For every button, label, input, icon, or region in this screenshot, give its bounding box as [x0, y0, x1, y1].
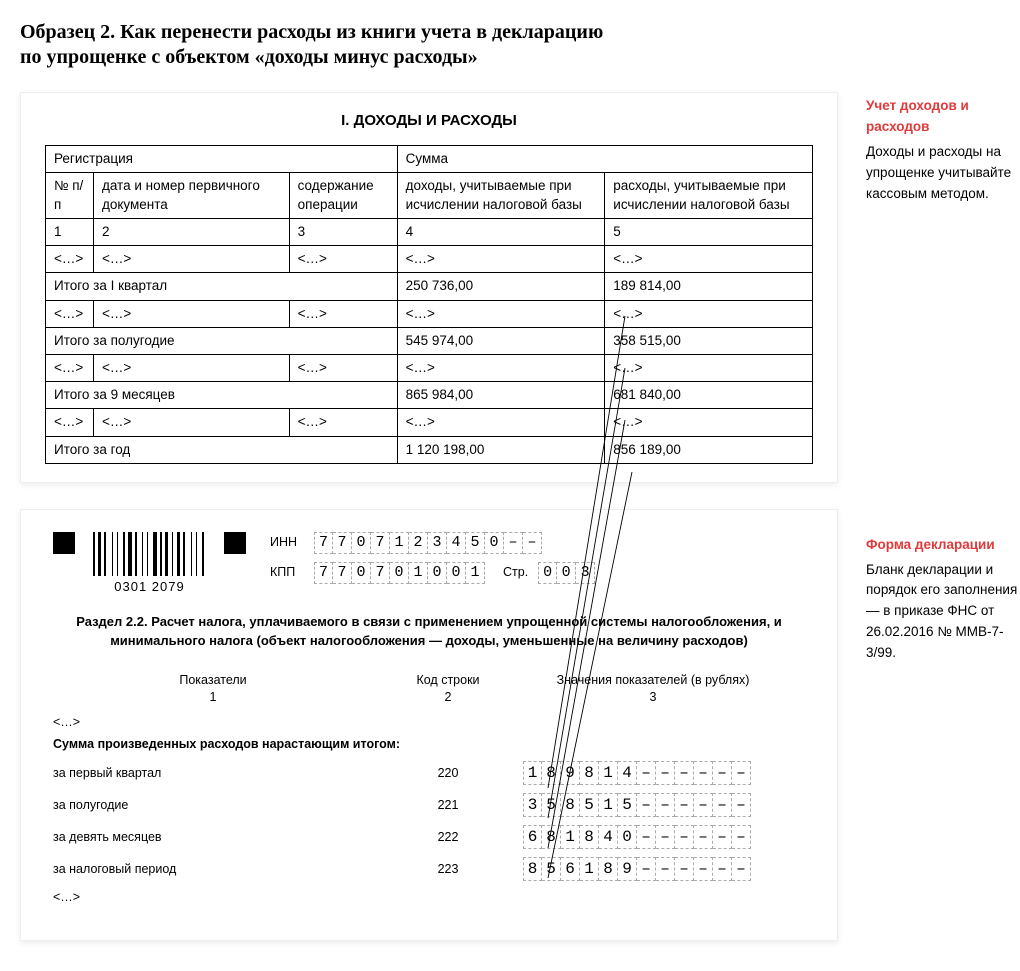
barcode: 0301 2079 [93, 532, 206, 596]
str-label: Стр. [503, 564, 528, 581]
col-head-pokaz: Показатели [53, 672, 373, 689]
decl-row-code: 222 [373, 829, 523, 846]
title-line-2: по упрощенке с объектом «доходы минус ра… [20, 46, 478, 68]
decl-row-3: за налоговый период223856189–––––– [53, 857, 805, 881]
decl-row-value: 681840–––––– [523, 825, 783, 849]
ledger-heading: I. ДОХОДЫ И РАСХОДЫ [45, 111, 813, 131]
decl-row-value: 856189–––––– [523, 857, 783, 881]
col-4: доходы, учитываемые при исчислении налог… [397, 173, 605, 218]
ledger-table: Регистрация Сумма № п/п дата и номер пер… [45, 145, 813, 464]
num-1: 1 [46, 218, 94, 245]
year-row: Итого за год 1 120 198,00 856 189,00 [46, 436, 813, 463]
col-3: содержание операции [289, 173, 397, 218]
decl-row-label: за полугодие [53, 797, 373, 814]
marker-square-right [224, 532, 246, 554]
title-line-1: Образец 2. Как перенести расходы из книг… [20, 21, 603, 43]
ellipsis: <…> [53, 889, 805, 906]
decl-row-code: 220 [373, 765, 523, 782]
decl-row-label: за девять месяцев [53, 829, 373, 846]
page-title: Образец 2. Как перенести расходы из книг… [20, 20, 1020, 70]
kpp-cells: 770701001 [314, 562, 485, 584]
col-head-val: Значения показателей (в рублях) [523, 672, 783, 689]
side1-head: Учет доходов и расходов [866, 96, 1020, 138]
m9-row: Итого за 9 месяцев 865 984,00 681 840,00 [46, 382, 813, 409]
side1-body: Доходы и расходы на упрощенке учитывайте… [866, 142, 1020, 205]
num-3: 3 [289, 218, 397, 245]
hdr-sum: Сумма [397, 146, 812, 173]
decl-row-1: за полугодие221358515–––––– [53, 793, 805, 817]
col-1: № п/п [46, 173, 94, 218]
section-title: Раздел 2.2. Расчет налога, уплачиваемого… [73, 613, 785, 649]
num-5: 5 [605, 218, 813, 245]
decl-row-value: 189814–––––– [523, 761, 783, 785]
decl-row-2: за девять месяцев222681840–––––– [53, 825, 805, 849]
ellipsis-row: <…><…><…><…><…> [46, 300, 813, 327]
col-2: дата и номер первичного документа [93, 173, 289, 218]
side2-head: Форма декларации [866, 535, 1020, 556]
declaration-panel: 0301 2079 ИНН 7707123450–– КПП 770701001… [20, 509, 838, 941]
hdr-reg: Регистрация [46, 146, 398, 173]
inn-label: ИНН [270, 534, 304, 551]
ellipsis-row: <…><…><…><…><…> [46, 246, 813, 273]
barcode-number: 0301 2079 [114, 578, 184, 596]
col-5: расходы, учитываемые при исчислении нало… [605, 173, 813, 218]
inn-cells: 7707123450–– [314, 532, 542, 554]
kpp-label: КПП [270, 564, 304, 581]
q1-row: Итого за I квартал 250 736,00 189 814,00 [46, 273, 813, 300]
num-4: 4 [397, 218, 605, 245]
decl-row-value: 358515–––––– [523, 793, 783, 817]
ellipsis-row: <…><…><…><…><…> [46, 409, 813, 436]
decl-row-code: 221 [373, 797, 523, 814]
side2-body: Бланк декларации и порядок его заполнени… [866, 560, 1020, 665]
ellipsis: <…> [53, 714, 805, 731]
decl-row-code: 223 [373, 861, 523, 878]
str-cells: 003 [538, 562, 595, 584]
ellipsis-row: <…><…><…><…><…> [46, 355, 813, 382]
sum-line: Сумма произведенных расходов нарастающим… [53, 736, 805, 753]
col-head-code: Код строки [373, 672, 523, 689]
marker-square-left [53, 532, 75, 554]
decl-row-0: за первый квартал220189814–––––– [53, 761, 805, 785]
h1-row: Итого за полугодие 545 974,00 358 515,00 [46, 327, 813, 354]
num-2: 2 [93, 218, 289, 245]
ledger-panel: I. ДОХОДЫ И РАСХОДЫ Регистрация Сумма № … [20, 92, 838, 483]
decl-row-label: за налоговый период [53, 861, 373, 878]
decl-row-label: за первый квартал [53, 765, 373, 782]
